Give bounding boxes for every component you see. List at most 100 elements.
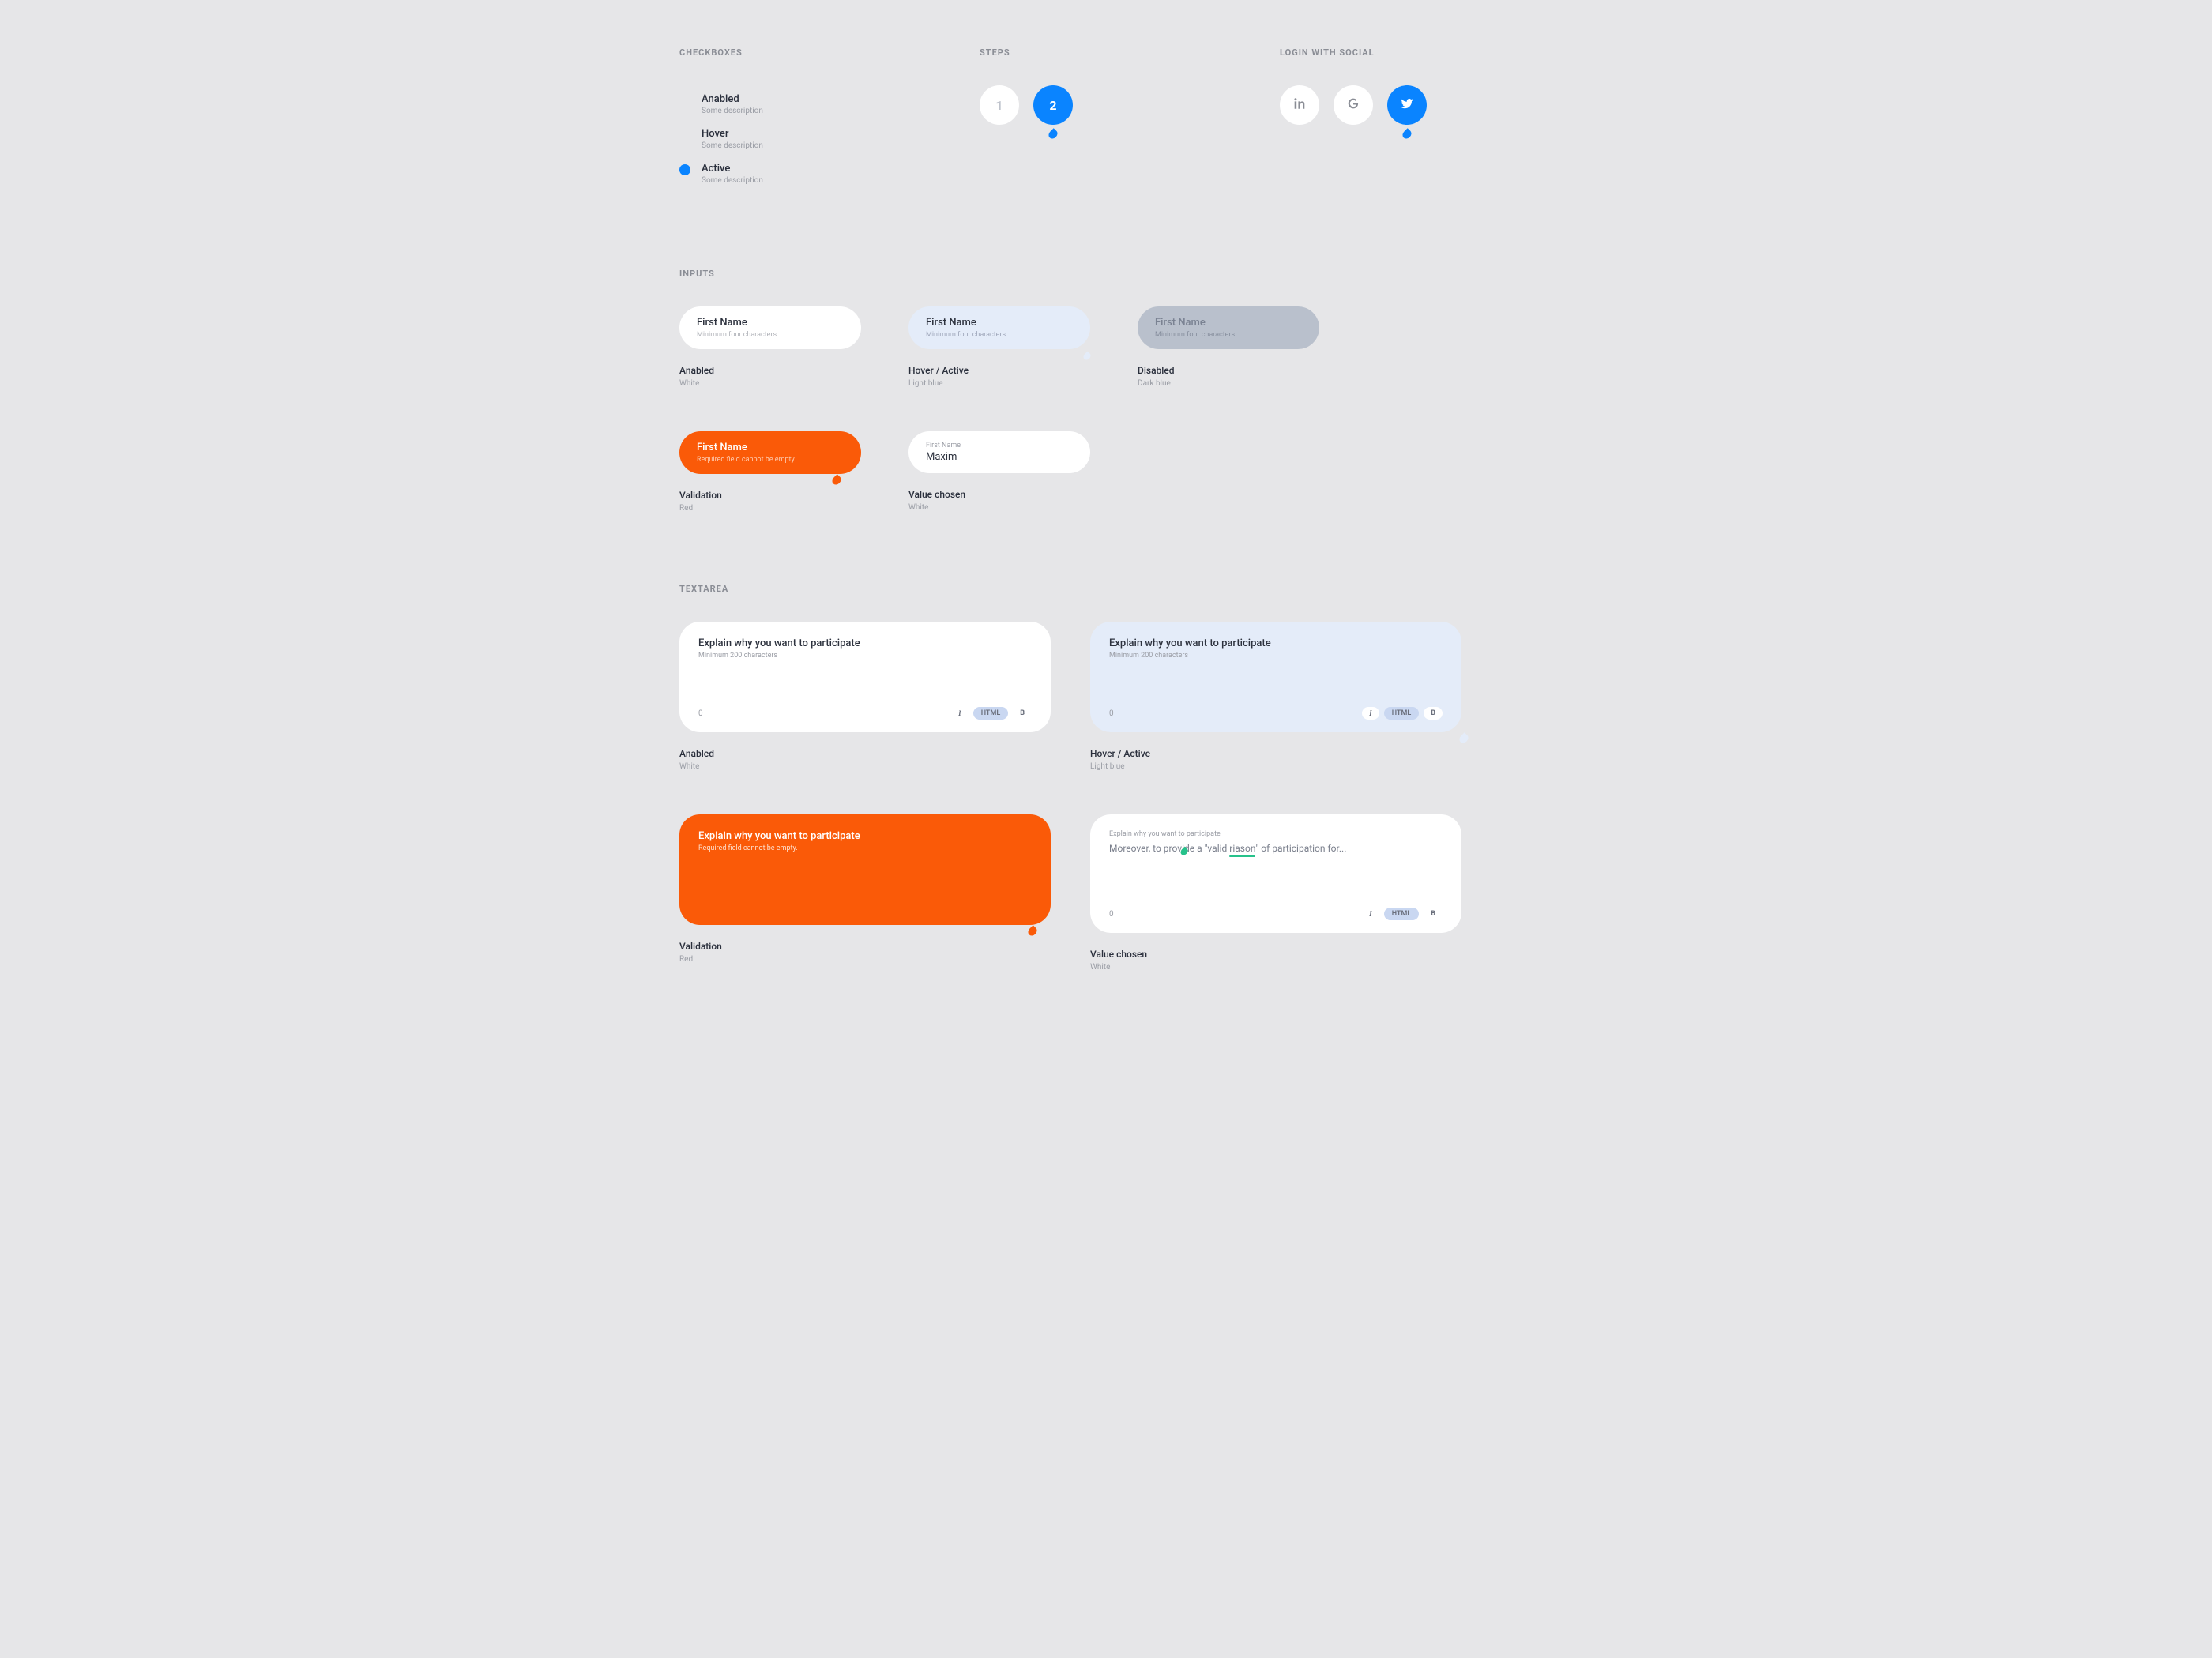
state-title: Value chosen <box>908 489 1090 500</box>
state-desc: White <box>1090 963 1462 972</box>
format-italic-button[interactable]: I <box>1362 707 1379 720</box>
radio-item-enabled[interactable]: Anabled Some description <box>679 93 932 115</box>
format-bold-button[interactable]: B <box>1013 707 1032 720</box>
radio-desc: Some description <box>702 141 763 150</box>
input-first-name-validation[interactable]: First Name Required field cannot be empt… <box>679 431 861 474</box>
drip-icon <box>1403 130 1411 139</box>
format-toolbar: I HTML B <box>951 707 1032 720</box>
linkedin-icon <box>1292 96 1307 114</box>
input-first-name-hover[interactable]: First Name Minimum four characters <box>908 306 1090 349</box>
radio-item-hover[interactable]: Hover Some description <box>679 128 932 150</box>
radio-list: Anabled Some description Hover Some desc… <box>679 85 932 185</box>
section-title-checkboxes: CHECKBOXES <box>679 47 932 58</box>
input-label: First Name <box>697 317 844 329</box>
state-title: Hover / Active <box>908 365 1090 376</box>
state-desc: Red <box>679 504 861 513</box>
char-counter: 0 <box>1109 910 1114 919</box>
state-desc: White <box>679 379 861 388</box>
format-bold-button[interactable]: B <box>1424 908 1443 920</box>
format-html-button[interactable]: HTML <box>1384 908 1420 920</box>
state-title: Disabled <box>1138 365 1319 376</box>
state-desc: White <box>908 503 1090 512</box>
social-row <box>1280 85 1533 125</box>
format-italic-button[interactable]: I <box>1362 908 1379 920</box>
step-row: 1 2 <box>980 85 1232 125</box>
section-title-social: LOGIN WITH SOCIAL <box>1280 47 1533 58</box>
state-title: Validation <box>679 941 1051 952</box>
radio-label: Hover <box>702 128 763 140</box>
radio-desc: Some description <box>702 107 763 115</box>
section-title-textarea: TEXTAREA <box>679 584 1533 594</box>
spellcheck-word[interactable]: riason <box>1229 841 1255 855</box>
textarea-label: Explain why you want to participate <box>1109 637 1443 649</box>
input-hint: Minimum four characters <box>697 331 844 339</box>
input-label: First Name <box>1155 317 1302 329</box>
textarea-label: Explain why you want to participate <box>698 637 1032 649</box>
twitter-icon <box>1400 96 1414 114</box>
social-linkedin[interactable] <box>1280 85 1319 125</box>
input-mini-label: First Name <box>926 442 1073 449</box>
social-twitter[interactable] <box>1387 85 1427 125</box>
textarea-hover[interactable]: Explain why you want to participate Mini… <box>1090 622 1462 732</box>
format-html-button[interactable]: HTML <box>1384 707 1420 720</box>
format-italic-button[interactable]: I <box>951 707 969 720</box>
input-value: Maxim <box>926 451 1073 463</box>
input-first-name-enabled[interactable]: First Name Minimum four characters <box>679 306 861 349</box>
textarea-mini-label: Explain why you want to participate <box>1109 830 1443 838</box>
step-label: 2 <box>1049 98 1056 113</box>
textarea-hint: Required field cannot be empty. <box>698 844 1032 852</box>
radio-dot <box>679 130 690 141</box>
drip-icon <box>1181 848 1187 855</box>
input-label: First Name <box>926 317 1073 329</box>
format-toolbar: I HTML B <box>1362 908 1443 920</box>
textarea-enabled[interactable]: Explain why you want to participate Mini… <box>679 622 1051 732</box>
state-desc: Light blue <box>1090 762 1462 771</box>
social-google[interactable] <box>1334 85 1373 125</box>
drip-icon <box>1460 734 1468 743</box>
textarea-hint: Minimum 200 characters <box>698 652 1032 660</box>
section-title-inputs: INPUTS <box>679 269 1533 279</box>
state-title: Anabled <box>679 365 861 376</box>
drip-icon <box>1029 927 1036 936</box>
radio-label: Anabled <box>702 93 763 105</box>
drip-icon <box>1084 352 1090 360</box>
body-after: " of participation for... <box>1255 843 1346 854</box>
step-label: 1 <box>995 98 1003 113</box>
input-hint: Required field cannot be empty. <box>697 456 844 464</box>
textarea-validation[interactable]: Explain why you want to participate Requ… <box>679 814 1051 925</box>
state-desc: White <box>679 762 1051 771</box>
state-title: Value chosen <box>1090 949 1462 960</box>
body-before: Moreover, to provide a "valid <box>1109 843 1229 854</box>
textarea-body: Moreover, to provide a "valid riason" of… <box>1109 841 1443 855</box>
char-counter: 0 <box>1109 709 1114 718</box>
radio-item-active[interactable]: Active Some description <box>679 163 932 185</box>
step-2[interactable]: 2 <box>1033 85 1073 125</box>
step-1[interactable]: 1 <box>980 85 1019 125</box>
radio-dot <box>679 164 690 175</box>
state-title: Validation <box>679 490 861 501</box>
input-first-name-disabled: First Name Minimum four characters <box>1138 306 1319 349</box>
radio-dot <box>679 95 690 106</box>
google-icon <box>1346 96 1360 114</box>
state-title: Anabled <box>679 748 1051 759</box>
radio-label: Active <box>702 163 763 175</box>
state-desc: Light blue <box>908 379 1090 388</box>
section-title-steps: STEPS <box>980 47 1232 58</box>
input-hint: Minimum four characters <box>1155 331 1302 339</box>
format-bold-button[interactable]: B <box>1424 707 1443 720</box>
state-desc: Red <box>679 955 1051 964</box>
input-first-name-value[interactable]: First Name Maxim <box>908 431 1090 473</box>
drip-icon <box>1049 130 1057 139</box>
format-html-button[interactable]: HTML <box>973 707 1009 720</box>
input-label: First Name <box>697 442 844 453</box>
textarea-value[interactable]: Explain why you want to participate More… <box>1090 814 1462 933</box>
state-desc: Dark blue <box>1138 379 1319 388</box>
input-hint: Minimum four characters <box>926 331 1073 339</box>
drip-icon <box>833 476 841 485</box>
textarea-label: Explain why you want to participate <box>698 830 1032 842</box>
state-title: Hover / Active <box>1090 748 1462 759</box>
format-toolbar: I HTML B <box>1362 707 1443 720</box>
textarea-hint: Minimum 200 characters <box>1109 652 1443 660</box>
radio-desc: Some description <box>702 176 763 185</box>
char-counter: 0 <box>698 709 703 718</box>
